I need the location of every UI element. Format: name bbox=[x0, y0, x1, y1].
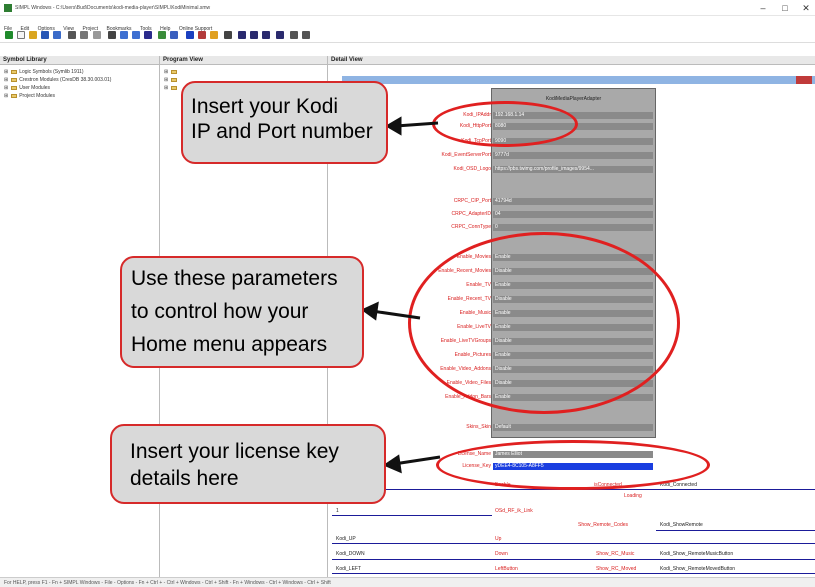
callout-text: Insert your Kodi bbox=[191, 95, 339, 118]
callout-text: details here bbox=[130, 467, 239, 490]
callout-text: Insert your license key bbox=[130, 440, 339, 463]
callout-text: to control how your bbox=[131, 300, 309, 323]
license-callout: Insert your license key details here bbox=[110, 424, 386, 504]
home-menu-callout: Use these parameters to control how your… bbox=[120, 256, 364, 368]
status-bar: For HELP, press F1 - Fn + SIMPL Windows … bbox=[0, 577, 815, 587]
callout-text: Home menu appears bbox=[131, 333, 328, 356]
callout-text: IP and Port number bbox=[191, 120, 373, 143]
simpl-windows-app: { "window": {"title": "SIMPL Windows - C… bbox=[0, 0, 815, 587]
callout-text: Use these parameters bbox=[131, 267, 338, 290]
ip-port-callout: Insert your Kodi IP and Port number bbox=[181, 81, 388, 164]
